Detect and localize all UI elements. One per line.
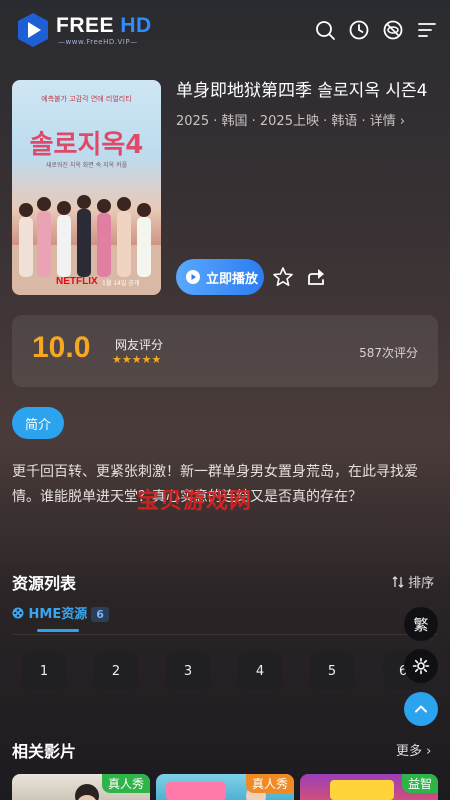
rating-count: 587次评分 <box>359 346 418 360</box>
episode-button[interactable]: 4 <box>238 652 282 690</box>
movie-title: 单身即地狱第四季 솔로지옥 시즌4 <box>176 81 428 101</box>
related-card[interactable]: 益智 <box>300 774 438 800</box>
rating-score: 10.0 <box>32 331 91 364</box>
poster-sub-text: 새로워진 지옥 화면 속 지옥 커플 <box>45 162 128 169</box>
movie-poster[interactable]: 예측불가 고감각 연애 리얼리티 솔로지옥4 새로워진 지옥 화면 속 지옥 커… <box>12 80 161 295</box>
logo-subtitle: —www.FreeHD.VIP— <box>58 38 138 46</box>
play-icon <box>186 270 200 284</box>
source-tab-label: HME资源 <box>28 607 88 622</box>
poster-title-text: 솔로지옥4 <box>29 130 144 160</box>
related-title: 相关影片 <box>12 742 77 761</box>
related-card[interactable]: 真人秀 <box>156 774 294 800</box>
logo-text: FREE HD <box>56 14 152 38</box>
sort-button[interactable]: 排序 <box>392 572 434 591</box>
movie-meta[interactable]: 2025 · 韩国 · 2025上映 · 韩语 · 详情 › <box>176 110 405 129</box>
episode-button[interactable]: 3 <box>166 652 210 690</box>
source-count-badge: 6 <box>91 607 109 622</box>
no-ads-icon[interactable] <box>382 19 404 41</box>
rating-label: 网友评分 <box>115 338 164 352</box>
search-icon[interactable] <box>314 19 336 41</box>
back-to-top-button[interactable] <box>404 692 438 726</box>
tab-source-hme[interactable]: HME资源 6 <box>12 603 109 622</box>
menu-icon[interactable] <box>416 19 438 41</box>
rating-stars: ★★★★★ <box>112 353 162 366</box>
logo-main-text: FREE <box>56 14 121 37</box>
poster-top-text: 예측불가 고감각 연애 리얼리티 <box>41 95 132 103</box>
top-bar: FREE HD —www.FreeHD.VIP— <box>0 0 450 60</box>
tab-intro[interactable]: 简介 <box>12 407 64 439</box>
logo-hd-text: HD <box>120 14 152 37</box>
history-icon[interactable] <box>348 19 370 41</box>
star-icon[interactable] <box>272 266 294 288</box>
settings-button[interactable] <box>404 649 438 683</box>
related-tag: 真人秀 <box>245 774 294 793</box>
tabs-divider <box>12 634 438 635</box>
poster-date-text: 1월 14일 공개 <box>102 280 140 287</box>
episode-button[interactable]: 2 <box>94 652 138 690</box>
episode-button[interactable]: 1 <box>22 652 66 690</box>
related-tag: 真人秀 <box>101 774 150 793</box>
play-button-label: 立即播放 <box>206 271 259 287</box>
share-icon[interactable] <box>306 266 328 288</box>
sort-icon <box>392 576 404 588</box>
gear-icon <box>412 657 430 675</box>
more-link[interactable]: 更多 › <box>396 740 431 759</box>
active-tab-indicator <box>37 629 79 632</box>
related-tag: 益智 <box>401 774 438 793</box>
logo-shield-icon <box>18 13 48 47</box>
related-card[interactable]: 真人秀 <box>12 774 150 800</box>
film-reel-icon <box>12 607 24 619</box>
episode-button[interactable]: 5 <box>310 652 354 690</box>
resources-title: 资源列表 <box>12 574 77 593</box>
play-button[interactable]: 立即播放 <box>176 259 264 295</box>
traditional-chinese-button[interactable]: 繁 <box>404 607 438 641</box>
sort-label: 排序 <box>408 576 435 591</box>
rating-card: 10.0 网友评分 ★★★★★ 587次评分 <box>12 315 438 387</box>
site-watermark: 宝贝游戏网 <box>137 489 253 514</box>
poster-brand-logo: NETFLIX <box>56 276 98 287</box>
site-logo[interactable]: FREE HD —www.FreeHD.VIP— <box>16 10 156 50</box>
chevron-up-icon <box>415 705 427 713</box>
